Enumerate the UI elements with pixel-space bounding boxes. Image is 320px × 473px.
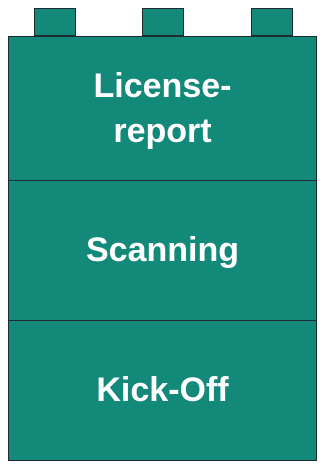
block-label-line: License- (93, 66, 232, 105)
stud-right (251, 8, 293, 36)
stud-middle (142, 8, 184, 36)
block-label: Kick-Off (96, 371, 229, 410)
block-label: Scanning (85, 231, 240, 270)
block-kick-off: Kick-Off (9, 320, 316, 460)
block-stack: License- report Scanning Kick-Off (8, 36, 317, 461)
stud-left (34, 8, 76, 36)
block-license-report: License- report (9, 37, 316, 180)
block-label-line: report (113, 111, 212, 150)
block-scanning: Scanning (9, 180, 316, 320)
block-stack-diagram: License- report Scanning Kick-Off (0, 0, 319, 473)
